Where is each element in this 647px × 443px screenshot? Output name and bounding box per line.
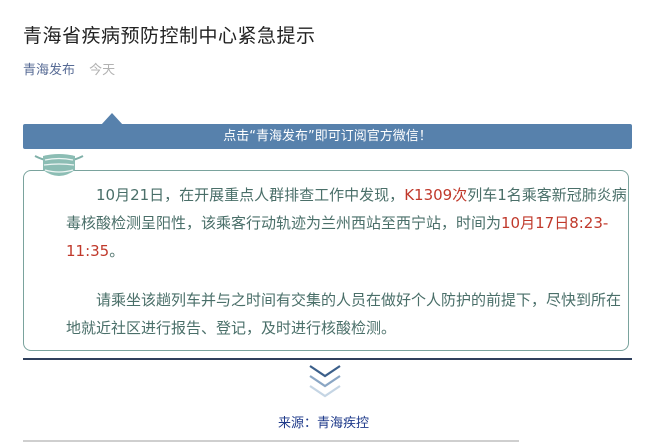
article-title: 青海省疾病预防控制中心紧急提示 — [23, 25, 316, 47]
subscribe-banner[interactable]: 点击“青海发布”即可订阅官方微信！ — [23, 124, 632, 149]
mask-icon — [34, 154, 84, 176]
section-divider — [23, 358, 632, 360]
notice-paragraph-1: 10月21日，在开展重点人群排查工作中发现，K1309次列车1名乘客新冠肺炎病毒… — [66, 181, 628, 265]
footer-divider — [23, 440, 519, 442]
train-number: K1309次 — [404, 186, 468, 204]
publish-date: 今天 — [89, 63, 116, 78]
notice-text-c: 。 — [109, 242, 125, 260]
author-link[interactable]: 青海发布 — [23, 63, 75, 78]
source-credit: 来源：青海疾控 — [277, 416, 369, 431]
notice-text-a: 10月21日，在开展重点人群排查工作中发现， — [96, 186, 405, 204]
notice-box: 10月21日，在开展重点人群排查工作中发现，K1309次列车1名乘客新冠肺炎病毒… — [23, 170, 629, 351]
notice-paragraph-2: 请乘坐该趟列车并与之时间有交集的人员在做好个人防护的前提下，尽快到所在地就近社区… — [66, 291, 622, 337]
chevron-down-icon — [309, 365, 341, 398]
article-meta: 青海发布 今天 — [23, 59, 115, 78]
